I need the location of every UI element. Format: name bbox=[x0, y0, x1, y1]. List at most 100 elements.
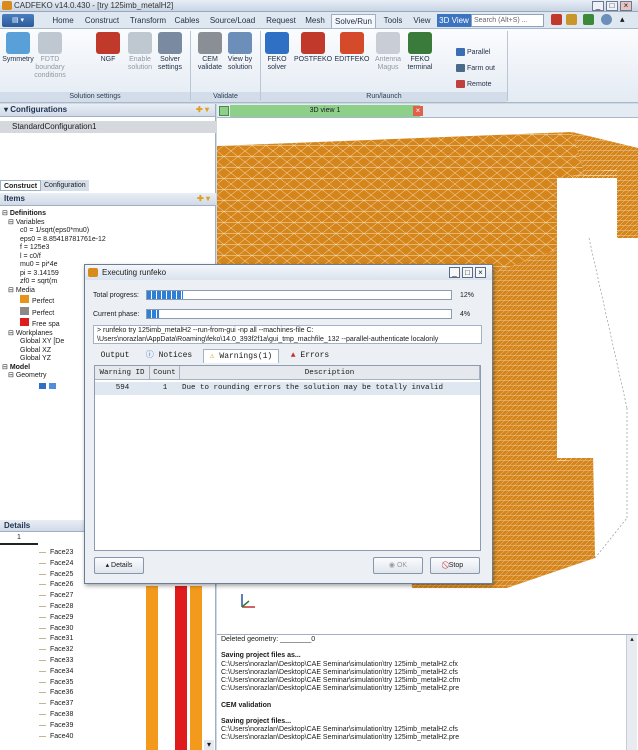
expander-icon[interactable]: ⊟ bbox=[8, 287, 16, 294]
context-tab-3d-view[interactable]: 3D View bbox=[437, 14, 471, 27]
tab-3d-view-1[interactable]: 3D view 1 bbox=[230, 105, 420, 117]
message-line bbox=[221, 710, 621, 718]
minimize-button[interactable]: _ bbox=[592, 1, 604, 11]
tab-construct[interactable]: Construct bbox=[0, 180, 42, 191]
warning-description-cell[interactable]: Due to rounding errors the solution may … bbox=[180, 382, 480, 395]
dialog-minimize-button[interactable]: _ bbox=[449, 267, 460, 278]
run-quick-icon[interactable] bbox=[583, 14, 594, 25]
tree-connector: — bbox=[39, 656, 46, 664]
tab-request[interactable]: Request bbox=[262, 14, 300, 28]
expander-icon[interactable]: ⊟ bbox=[2, 210, 10, 217]
material-bar bbox=[190, 586, 202, 750]
configurations-header[interactable]: ▾ Configurations ✚ ▾ bbox=[0, 104, 215, 117]
help-icon[interactable] bbox=[601, 14, 612, 25]
editfeko-quick-icon[interactable] bbox=[566, 14, 577, 25]
add-item-icon[interactable]: ✚ ▾ bbox=[197, 193, 210, 205]
tab-output[interactable]: Output bbox=[95, 349, 135, 363]
title-bar: CADFEKO v14.0.430 - [try 125imb_metalH2]… bbox=[0, 0, 638, 12]
postfeko-quick-icon[interactable] bbox=[551, 14, 562, 25]
solver-settings-button[interactable]: Solver settings bbox=[148, 32, 192, 72]
parallel-button[interactable]: Parallel bbox=[456, 48, 490, 56]
feko-terminal-button[interactable]: FEKO terminal bbox=[398, 32, 442, 72]
face-label: Face23 bbox=[50, 549, 74, 556]
remote-button[interactable]: Remote bbox=[456, 80, 492, 88]
postfeko-button[interactable]: POSTFEKO bbox=[291, 32, 335, 64]
application-menu-button[interactable]: ▤ ▾ bbox=[2, 14, 34, 27]
tab-solve-run[interactable]: Solve/Run bbox=[331, 14, 376, 28]
add-configuration-icon[interactable]: ✚ ▾ bbox=[196, 104, 209, 116]
face-list-item[interactable]: — Face37 bbox=[25, 699, 145, 710]
column-header-warning-id[interactable]: Warning ID bbox=[95, 366, 150, 380]
details-toggle-button[interactable]: ▴ Details bbox=[94, 557, 144, 574]
message-log: Deleted geometry: ________0 Saving projec… bbox=[221, 636, 621, 743]
face-label: Face28 bbox=[50, 602, 74, 610]
face-list-item[interactable]: — Face27 bbox=[25, 591, 145, 602]
tab-mesh[interactable]: Mesh bbox=[302, 14, 328, 28]
tab-transform[interactable]: Transform bbox=[127, 14, 169, 28]
scroll-down-arrow[interactable]: ▾ bbox=[204, 740, 214, 750]
face-list-item[interactable]: — Face38 bbox=[25, 710, 145, 721]
tab-errors[interactable]: ▲ Errors bbox=[285, 349, 335, 363]
tree-item[interactable]: ⊟ Definitions bbox=[2, 210, 214, 219]
fdtd-boundary-conditions-button[interactable]: FDTD boundary conditions bbox=[28, 32, 72, 80]
tab-home[interactable]: Home bbox=[48, 14, 78, 28]
info-icon: ⓘ bbox=[145, 351, 154, 360]
group-separator bbox=[190, 31, 191, 101]
face-list-item[interactable]: — Face40 bbox=[25, 732, 145, 743]
tab-tools[interactable]: Tools bbox=[378, 14, 408, 28]
tree-item[interactable]: l = c0/f bbox=[2, 253, 214, 262]
face-list-item[interactable]: — Face28 bbox=[25, 602, 145, 613]
tree-item-label: Global XY [De bbox=[20, 338, 65, 345]
farm-out-button[interactable]: Farm out bbox=[456, 64, 495, 72]
tree-connector: — bbox=[39, 721, 46, 729]
tab-source-load[interactable]: Source/Load bbox=[205, 14, 260, 28]
face-list-item[interactable]: — Face35 bbox=[25, 678, 145, 689]
config-item-standard[interactable]: StandardConfiguration1 bbox=[0, 121, 216, 133]
face-list-item[interactable]: — Face39 bbox=[25, 721, 145, 732]
face-list-item[interactable]: — Face29 bbox=[25, 613, 145, 624]
expand-up-icon: ▴ bbox=[105, 562, 110, 569]
face-list-item[interactable]: — Face34 bbox=[25, 667, 145, 678]
total-progress-bar bbox=[146, 290, 452, 300]
tab-view[interactable]: View bbox=[410, 14, 434, 28]
stop-button[interactable]: ⃠ Stop bbox=[430, 557, 480, 574]
error-icon: ▲ bbox=[290, 351, 296, 360]
ok-button[interactable]: ◉ OK bbox=[373, 557, 423, 574]
tab-configuration[interactable]: Configuration bbox=[41, 180, 89, 191]
tree-item[interactable]: ⊟ Variables bbox=[2, 219, 214, 228]
tab-cables[interactable]: Cables bbox=[171, 14, 203, 28]
dialog-maximize-button[interactable]: □ bbox=[462, 267, 473, 278]
group-separator bbox=[507, 31, 508, 101]
face-list-item[interactable]: — Face36 bbox=[25, 688, 145, 699]
maximize-button[interactable]: □ bbox=[606, 1, 618, 11]
tab-notices[interactable]: ⓘ Notices bbox=[141, 349, 197, 363]
tree-item[interactable]: c0 = 1/sqrt(eps0*mu0) bbox=[2, 227, 214, 236]
tab-construct[interactable]: Construct bbox=[80, 14, 124, 28]
current-phase-percent: 4% bbox=[460, 311, 471, 318]
search-input[interactable]: Search (Alt+S) ... bbox=[471, 14, 544, 27]
face-list-item[interactable]: — Face31 bbox=[25, 634, 145, 645]
tab-warnings[interactable]: ⚠ Warnings(1) bbox=[203, 349, 279, 363]
expander-icon[interactable]: ⊟ bbox=[2, 364, 10, 371]
warning-id-cell[interactable]: 594 bbox=[95, 382, 150, 395]
column-header-description[interactable]: Description bbox=[180, 366, 480, 380]
details-column-header: 1 bbox=[0, 534, 38, 545]
dialog-close-button[interactable]: × bbox=[475, 267, 486, 278]
column-header-count[interactable]: Count bbox=[150, 366, 180, 380]
tree-item[interactable]: eps0 = 8.85418781761e-12 bbox=[2, 236, 214, 245]
scroll-up-arrow[interactable]: ▴ bbox=[627, 635, 637, 645]
message-scrollbar[interactable]: ▴ bbox=[626, 635, 637, 750]
expander-icon[interactable]: ⊟ bbox=[8, 372, 16, 379]
ribbon-collapse-icon[interactable]: ▴ bbox=[620, 14, 625, 25]
face-list-item[interactable]: — Face30 bbox=[25, 624, 145, 635]
expander-icon[interactable]: ⊟ bbox=[8, 330, 16, 337]
close-view-icon[interactable]: × bbox=[413, 106, 423, 116]
close-button[interactable]: × bbox=[620, 1, 632, 11]
face-list-item[interactable]: — Face32 bbox=[25, 645, 145, 656]
dialog-title-bar[interactable]: Executing runfeko bbox=[85, 265, 492, 280]
expander-icon[interactable]: ⊟ bbox=[8, 219, 16, 226]
warning-count-cell[interactable]: 1 bbox=[150, 382, 180, 395]
total-progress-percent: 12% bbox=[460, 292, 475, 299]
tree-item[interactable]: f = 125e3 bbox=[2, 244, 214, 253]
face-list-item[interactable]: — Face33 bbox=[25, 656, 145, 667]
